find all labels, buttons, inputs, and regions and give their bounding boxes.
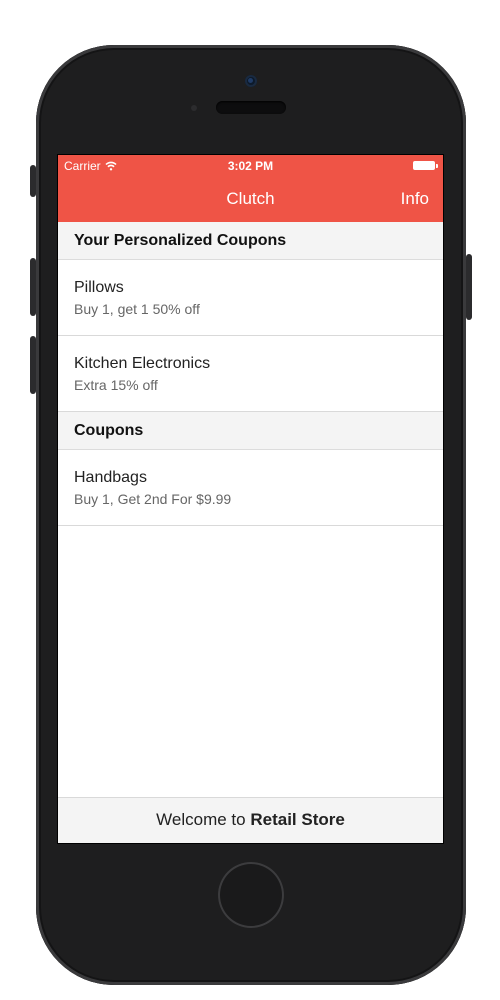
welcome-footer: Welcome to Retail Store [58,797,443,843]
list-item-handbags[interactable]: Handbags Buy 1, Get 2nd For $9.99 [58,450,443,526]
welcome-prefix: Welcome to [156,810,251,829]
proximity-sensor [191,105,197,111]
top-bar: Carrier 3:02 PM Clutch Info [58,155,443,222]
battery-icon [413,161,438,170]
list-item-title: Pillows [74,278,124,296]
status-bar: Carrier 3:02 PM [58,155,443,177]
front-camera [245,75,257,87]
list-item-subtitle: Buy 1, Get 2nd For $9.99 [74,490,232,507]
nav-title: Clutch [226,189,275,208]
list-item-kitchen-electronics[interactable]: Kitchen Electronics Extra 15% off [58,336,443,412]
list-item-subtitle: Buy 1, get 1 50% off [74,300,200,317]
list-item-title: Handbags [74,468,147,486]
info-button[interactable]: Info [401,189,429,209]
section-header-coupons: Coupons [58,412,443,450]
list-item-pillows[interactable]: Pillows Buy 1, get 1 50% off [58,260,443,336]
store-name: Retail Store [250,810,345,829]
status-time: 3:02 PM [227,159,274,173]
home-button[interactable] [218,862,284,928]
earpiece-speaker [216,101,286,114]
phone-screen: Carrier 3:02 PM Clutch Info Your Persona… [57,154,444,844]
power-button [466,254,472,320]
list-item-title: Kitchen Electronics [74,354,211,372]
navigation-bar: Clutch Info [58,177,443,222]
list-item-subtitle: Extra 15% off [74,376,158,393]
section-header-personalized: Your Personalized Coupons [58,222,443,260]
device-frame-stage: Carrier 3:02 PM Clutch Info Your Persona… [0,0,500,1000]
coupon-list: Your Personalized Coupons Pillows Buy 1,… [58,222,443,526]
